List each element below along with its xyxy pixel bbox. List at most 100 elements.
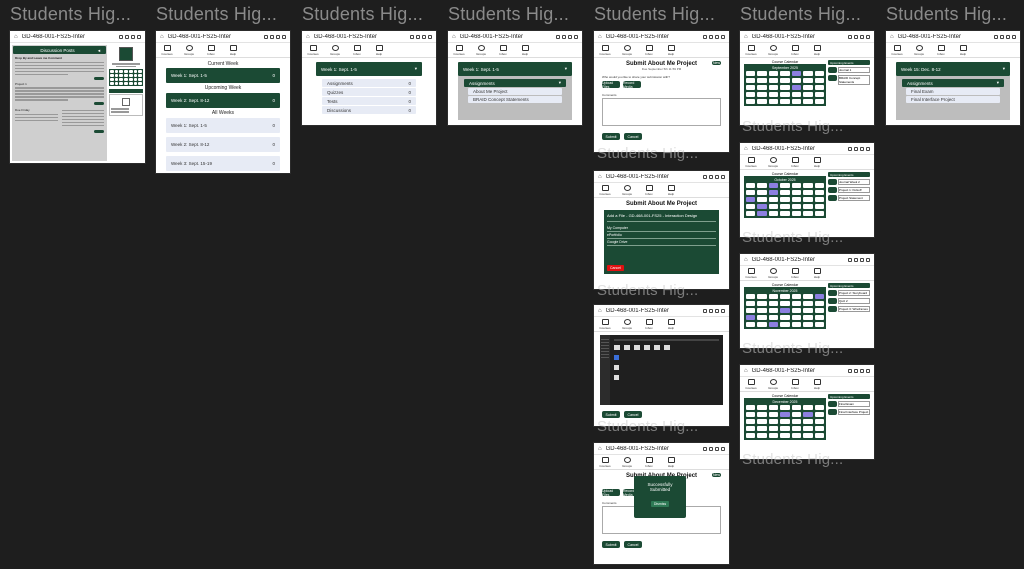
file-icon[interactable] bbox=[614, 355, 619, 360]
week-header-bar[interactable]: Week 15: Dec. 8-12 ▾ bbox=[896, 62, 1010, 76]
calendar-day-cell[interactable] bbox=[746, 99, 756, 104]
calendar-day-cell[interactable] bbox=[814, 197, 824, 202]
nav-help[interactable]: Help bbox=[810, 157, 824, 168]
frame-label[interactable]: Students Hig... bbox=[448, 4, 586, 25]
comments-textarea[interactable] bbox=[602, 98, 721, 126]
calendar-day-cell[interactable] bbox=[780, 204, 790, 209]
file-source-option[interactable]: ePortfolio bbox=[607, 232, 716, 239]
calendar-day-cell[interactable] bbox=[791, 315, 802, 320]
calendar-day-cell[interactable] bbox=[814, 419, 824, 424]
event-item[interactable]: Project 1: Kickoff bbox=[838, 187, 870, 193]
nav-groups[interactable]: Groups bbox=[766, 268, 780, 279]
calendar-day-cell[interactable] bbox=[791, 301, 802, 306]
calendar-day-cell[interactable] bbox=[803, 92, 813, 97]
nav-courses[interactable]: Courses bbox=[744, 45, 758, 56]
frame-label-ghost[interactable]: Students Hig... bbox=[742, 118, 880, 135]
header-icons[interactable] bbox=[556, 34, 578, 39]
frame-label-ghost[interactable]: Students Hig... bbox=[742, 451, 880, 468]
calendar-day-cell[interactable] bbox=[746, 197, 756, 202]
home-icon[interactable]: ⌂ bbox=[598, 446, 602, 452]
calendar-day-cell[interactable] bbox=[803, 71, 813, 76]
calendar-day-cell[interactable] bbox=[803, 433, 813, 438]
nav-groups[interactable]: Groups bbox=[620, 185, 634, 196]
frame-label-ghost[interactable]: Students Hig... bbox=[597, 282, 735, 299]
nav-courses[interactable]: Courses bbox=[598, 185, 612, 196]
calendar-day-cell[interactable] bbox=[746, 190, 756, 195]
calendar-day-cell[interactable] bbox=[780, 426, 790, 431]
calendar-day-cell[interactable] bbox=[791, 85, 802, 90]
calendar-day-cell[interactable] bbox=[768, 204, 779, 209]
post-3-title[interactable]: Due Friday bbox=[15, 108, 58, 112]
header-icons[interactable] bbox=[848, 34, 870, 39]
calendar-grid[interactable]: December 2025 bbox=[744, 398, 826, 440]
frame-add-file[interactable]: ⌂ GD-468-001-FS25-Inter Courses Groups I… bbox=[593, 170, 730, 290]
week-header-bar[interactable]: Week 1: Sept. 1-5 ▾ bbox=[316, 62, 422, 76]
frame-week-dec[interactable]: ⌂ GD-468-001-FS25-Inter Courses Groups I… bbox=[885, 30, 1021, 126]
calendar-day-cell[interactable] bbox=[791, 183, 802, 188]
week-row[interactable]: Week 3: Sept. 15-19 0 bbox=[166, 156, 280, 171]
calendar-day-cell[interactable] bbox=[746, 322, 756, 327]
folder-icon[interactable] bbox=[654, 345, 660, 350]
calendar-day-cell[interactable] bbox=[780, 315, 790, 320]
week-row[interactable]: Week 1: Sept. 1-5 0 bbox=[166, 118, 280, 133]
calendar-day-cell[interactable] bbox=[746, 92, 756, 97]
nav-inbox[interactable]: Inbox bbox=[642, 185, 656, 196]
home-icon[interactable]: ⌂ bbox=[890, 34, 894, 40]
calendar-day-cell[interactable] bbox=[757, 294, 767, 299]
calendar-day-cell[interactable] bbox=[768, 92, 779, 97]
calendar-day-cell[interactable] bbox=[780, 190, 790, 195]
home-icon[interactable]: ⌂ bbox=[14, 34, 18, 40]
calendar-day-cell[interactable] bbox=[814, 78, 824, 83]
nav-groups[interactable]: Groups bbox=[620, 319, 634, 330]
calendar-day-cell[interactable] bbox=[768, 308, 779, 313]
folder-icon[interactable] bbox=[644, 345, 650, 350]
calendar-day-cell[interactable] bbox=[768, 315, 779, 320]
week-row-current[interactable]: Week 1: Sept. 1-5 0 bbox=[166, 68, 280, 83]
frame-label-ghost[interactable]: Students Hig... bbox=[597, 145, 735, 162]
submit-button[interactable]: Submit bbox=[602, 541, 620, 548]
nav-help[interactable]: Help bbox=[956, 45, 970, 56]
calendar-day-cell[interactable] bbox=[757, 92, 767, 97]
submit-button[interactable]: Submit bbox=[602, 411, 620, 418]
calendar-day-cell[interactable] bbox=[757, 412, 767, 417]
calendar-day-cell[interactable] bbox=[814, 204, 824, 209]
calendar-day-cell[interactable] bbox=[814, 308, 824, 313]
nav-inbox[interactable]: Inbox bbox=[788, 157, 802, 168]
frame-label[interactable]: Students Hig... bbox=[156, 4, 294, 25]
calendar-day-cell[interactable] bbox=[746, 301, 756, 306]
calendar-day-cell[interactable] bbox=[791, 426, 802, 431]
os-file-browser[interactable] bbox=[600, 335, 723, 405]
nav-courses[interactable]: Courses bbox=[306, 45, 320, 56]
assignment-item[interactable]: Final Interface Project bbox=[906, 96, 1000, 103]
folder-icon[interactable] bbox=[614, 345, 620, 350]
frame-week-detail[interactable]: ⌂ GD-468-001-FS25-Inter Courses Groups I… bbox=[301, 30, 437, 126]
folder-icon[interactable] bbox=[634, 345, 640, 350]
nav-groups[interactable]: Groups bbox=[182, 45, 196, 56]
calendar-day-cell[interactable] bbox=[780, 419, 790, 424]
frame-label[interactable]: Students Hig... bbox=[10, 4, 148, 25]
calendar-day-cell[interactable] bbox=[768, 85, 779, 90]
frame-success[interactable]: ⌂ GD-468-001-FS25-Inter Courses Groups I… bbox=[593, 442, 730, 565]
calendar-day-cell[interactable] bbox=[780, 433, 790, 438]
nav-help[interactable]: Help bbox=[664, 457, 678, 468]
nav-inbox[interactable]: Inbox bbox=[788, 45, 802, 56]
home-icon[interactable]: ⌂ bbox=[306, 34, 310, 40]
file-icon[interactable] bbox=[614, 365, 619, 370]
nav-courses[interactable]: Courses bbox=[744, 268, 758, 279]
nav-help[interactable]: Help bbox=[664, 185, 678, 196]
calendar-day-cell[interactable] bbox=[803, 301, 813, 306]
calendar-day-cell[interactable] bbox=[746, 71, 756, 76]
calendar-day-cell[interactable] bbox=[803, 315, 813, 320]
calendar-day-cell[interactable] bbox=[814, 211, 824, 216]
calendar-day-cell[interactable] bbox=[791, 308, 802, 313]
header-icons[interactable] bbox=[994, 34, 1016, 39]
calendar-day-cell[interactable] bbox=[814, 433, 824, 438]
calendar-day-cell[interactable] bbox=[780, 183, 790, 188]
nav-inbox[interactable]: Inbox bbox=[642, 457, 656, 468]
calendar-day-cell[interactable] bbox=[780, 85, 790, 90]
calendar-day-cell[interactable] bbox=[746, 426, 756, 431]
calendar-day-cell[interactable] bbox=[757, 183, 767, 188]
calendar-day-cell[interactable] bbox=[814, 426, 824, 431]
calendar-day-cell[interactable] bbox=[746, 433, 756, 438]
reply-button[interactable] bbox=[94, 129, 104, 133]
